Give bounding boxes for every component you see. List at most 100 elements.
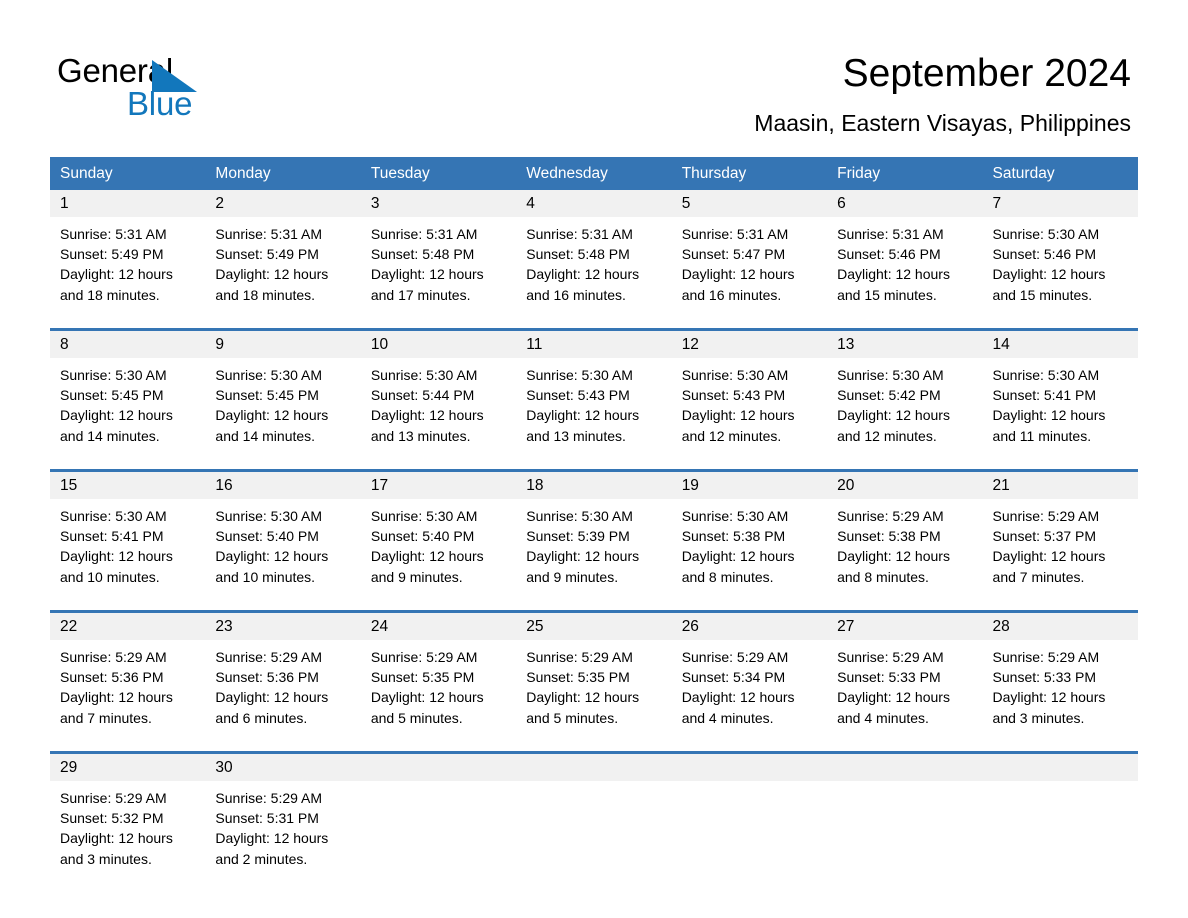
daylight-text-line2: and 4 minutes. <box>681 709 774 726</box>
daylight-text-line2: and 7 minutes. <box>60 709 152 726</box>
day-cell[interactable]: 14 Sunrise: 5:30 AM Sunset: 5:41 PM Dayligh… <box>982 328 1138 457</box>
day-number: 14 <box>982 331 1138 358</box>
sunrise-text: Sunrise: 5:30 AM <box>992 367 1100 383</box>
calendar-week-row: 22 Sunrise: 5:29 AM Sunset: 5:36 PM Dayligh… <box>50 610 1138 739</box>
day-cell[interactable]: 12 Sunrise: 5:30 AM Sunset: 5:43 PM Dayligh… <box>671 328 828 457</box>
day-details: Sunrise: 5:29 AM Sunset: 5:32 PM Daylight:… <box>50 781 205 869</box>
day-cell[interactable]: 25 Sunrise: 5:29 AM Sunset: 5:35 PM Dayligh… <box>516 610 672 739</box>
day-cell[interactable]: 9 Sunrise: 5:30 AM Sunset: 5:45 PM Daylight… <box>205 328 361 457</box>
daylight-text-line1: Daylight: 12 hours <box>215 689 329 706</box>
sunrise-text: Sunrise: 5:30 AM <box>681 508 789 524</box>
sunset-text: Sunset: 5:43 PM <box>526 387 630 404</box>
daylight-text-line2: and 18 minutes. <box>215 286 316 303</box>
sunrise-text: Sunrise: 5:30 AM <box>215 508 323 524</box>
day-details: Sunrise: 5:30 AM Sunset: 5:39 PM Daylight:… <box>516 499 671 587</box>
daylight-text-line1: Daylight: 12 hours <box>681 548 795 565</box>
day-number: 25 <box>516 613 672 640</box>
day-cell[interactable]: 24 Sunrise: 5:29 AM Sunset: 5:35 PM Dayligh… <box>360 610 517 739</box>
day-number: 20 <box>827 472 983 499</box>
daylight-text-line1: Daylight: 12 hours <box>526 266 640 283</box>
day-cell[interactable]: 21 Sunrise: 5:29 AM Sunset: 5:37 PM Dayligh… <box>982 469 1138 598</box>
day-number: 28 <box>982 613 1138 640</box>
day-cell[interactable]: 18 Sunrise: 5:30 AM Sunset: 5:39 PM Dayligh… <box>516 469 672 598</box>
daylight-text-line1: Daylight: 12 hours <box>992 266 1106 283</box>
daylight-text-line2: and 16 minutes. <box>681 286 782 303</box>
sunset-text: Sunset: 5:46 PM <box>992 246 1097 263</box>
weekday-header-tuesday: Tuesday <box>360 157 517 190</box>
day-cell[interactable]: 29 Sunrise: 5:29 AM Sunset: 5:32 PM Dayligh… <box>50 751 206 880</box>
day-cell[interactable]: 26 Sunrise: 5:29 AM Sunset: 5:34 PM Dayligh… <box>671 610 828 739</box>
day-cell[interactable]: 3 Sunrise: 5:31 AM Sunset: 5:48 PM Daylight… <box>360 190 517 316</box>
daylight-text-line1: Daylight: 12 hours <box>215 548 329 565</box>
day-details: Sunrise: 5:29 AM Sunset: 5:31 PM Daylight:… <box>205 781 360 869</box>
day-details: Sunrise: 5:31 AM Sunset: 5:46 PM Daylight:… <box>827 217 982 305</box>
day-number <box>516 754 672 781</box>
calendar-body: 1 Sunrise: 5:31 AM Sunset: 5:49 PM Daylight… <box>50 190 1138 880</box>
day-cell[interactable]: 15 Sunrise: 5:30 AM Sunset: 5:41 PM Dayligh… <box>50 469 206 598</box>
day-cell[interactable]: 27 Sunrise: 5:29 AM Sunset: 5:33 PM Dayligh… <box>827 610 983 739</box>
calendar-header-row: Sunday Monday Tuesday Wednesday Thursday… <box>50 157 1138 190</box>
day-cell[interactable]: 5 Sunrise: 5:31 AM Sunset: 5:47 PM Daylight… <box>671 190 828 316</box>
sunset-text: Sunset: 5:41 PM <box>60 528 164 545</box>
day-number: 18 <box>516 472 672 499</box>
sunset-text: Sunset: 5:46 PM <box>837 246 941 263</box>
sunset-text: Sunset: 5:40 PM <box>370 528 475 545</box>
day-cell[interactable]: 20 Sunrise: 5:29 AM Sunset: 5:38 PM Dayligh… <box>827 469 983 598</box>
generalblue-logo[interactable]: General Blue <box>57 52 317 132</box>
day-number: 21 <box>982 472 1138 499</box>
sunset-text: Sunset: 5:47 PM <box>681 246 786 263</box>
sunset-text: Sunset: 5:42 PM <box>837 387 941 404</box>
sunrise-text: Sunrise: 5:30 AM <box>60 367 167 383</box>
sunrise-text: Sunrise: 5:31 AM <box>370 226 478 242</box>
weekday-header-wednesday: Wednesday <box>516 157 672 190</box>
day-details: Sunrise: 5:29 AM Sunset: 5:38 PM Daylight:… <box>827 499 982 587</box>
day-details: Sunrise: 5:30 AM Sunset: 5:43 PM Daylight:… <box>672 358 827 446</box>
week-spacer <box>50 316 1138 330</box>
day-cell[interactable]: 23 Sunrise: 5:29 AM Sunset: 5:36 PM Dayligh… <box>205 610 361 739</box>
day-cell[interactable]: 7 Sunrise: 5:30 AM Sunset: 5:46 PM Daylight… <box>982 190 1138 316</box>
daylight-text-line1: Daylight: 12 hours <box>837 266 950 283</box>
daylight-text-line1: Daylight: 12 hours <box>60 689 173 706</box>
sunset-text: Sunset: 5:40 PM <box>215 528 319 545</box>
day-cell[interactable]: 4 Sunrise: 5:31 AM Sunset: 5:48 PM Daylight… <box>516 190 672 316</box>
day-cell[interactable]: 11 Sunrise: 5:30 AM Sunset: 5:43 PM Dayligh… <box>516 328 672 457</box>
day-cell[interactable]: 10 Sunrise: 5:30 AM Sunset: 5:44 PM Dayligh… <box>360 328 517 457</box>
weekday-header-sunday: Sunday <box>50 157 206 190</box>
sunrise-text: Sunrise: 5:29 AM <box>992 508 1100 524</box>
day-number: 5 <box>671 190 828 217</box>
day-cell[interactable]: 2 Sunrise: 5:31 AM Sunset: 5:49 PM Daylight… <box>205 190 361 316</box>
day-number: 17 <box>360 472 517 499</box>
daylight-text-line1: Daylight: 12 hours <box>60 548 173 565</box>
day-number: 3 <box>360 190 517 217</box>
daylight-text-line1: Daylight: 12 hours <box>526 548 640 565</box>
daylight-text-line1: Daylight: 12 hours <box>992 689 1106 706</box>
sunrise-text: Sunrise: 5:30 AM <box>370 367 478 383</box>
daylight-text-line2: and 14 minutes. <box>60 427 160 444</box>
day-cell[interactable]: 16 Sunrise: 5:30 AM Sunset: 5:40 PM Dayligh… <box>205 469 361 598</box>
day-cell[interactable]: 6 Sunrise: 5:31 AM Sunset: 5:46 PM Daylight… <box>827 190 983 316</box>
day-details: Sunrise: 5:30 AM Sunset: 5:40 PM Daylight:… <box>361 499 516 587</box>
daylight-text-line2: and 7 minutes. <box>992 568 1085 585</box>
weekday-header-saturday: Saturday <box>982 157 1138 190</box>
day-cell[interactable]: 17 Sunrise: 5:30 AM Sunset: 5:40 PM Dayligh… <box>360 469 517 598</box>
day-cell[interactable]: 28 Sunrise: 5:29 AM Sunset: 5:33 PM Dayligh… <box>982 610 1138 739</box>
day-number: 30 <box>205 754 361 781</box>
daylight-text-line1: Daylight: 12 hours <box>992 407 1106 424</box>
day-number: 4 <box>516 190 672 217</box>
day-cell[interactable]: 22 Sunrise: 5:29 AM Sunset: 5:36 PM Dayligh… <box>50 610 206 739</box>
day-cell[interactable]: 13 Sunrise: 5:30 AM Sunset: 5:42 PM Dayligh… <box>827 328 983 457</box>
day-cell[interactable]: 1 Sunrise: 5:31 AM Sunset: 5:49 PM Daylight… <box>50 190 206 316</box>
day-cell[interactable]: 8 Sunrise: 5:30 AM Sunset: 5:45 PM Daylight… <box>50 328 206 457</box>
week-spacer <box>50 598 1138 612</box>
day-number: 15 <box>50 472 206 499</box>
daylight-text-line2: and 14 minutes. <box>215 427 316 444</box>
daylight-text-line2: and 16 minutes. <box>526 286 626 303</box>
day-cell[interactable]: 19 Sunrise: 5:30 AM Sunset: 5:38 PM Dayligh… <box>671 469 828 598</box>
day-cell[interactable]: 30 Sunrise: 5:29 AM Sunset: 5:31 PM Dayligh… <box>205 751 361 880</box>
day-details: Sunrise: 5:31 AM Sunset: 5:48 PM Daylight:… <box>361 217 516 305</box>
day-details: Sunrise: 5:30 AM Sunset: 5:38 PM Daylight:… <box>672 499 827 587</box>
sunrise-text: Sunrise: 5:29 AM <box>60 790 167 806</box>
sunrise-text: Sunrise: 5:29 AM <box>215 790 323 806</box>
day-number: 8 <box>50 331 206 358</box>
sunset-text: Sunset: 5:35 PM <box>526 669 630 686</box>
